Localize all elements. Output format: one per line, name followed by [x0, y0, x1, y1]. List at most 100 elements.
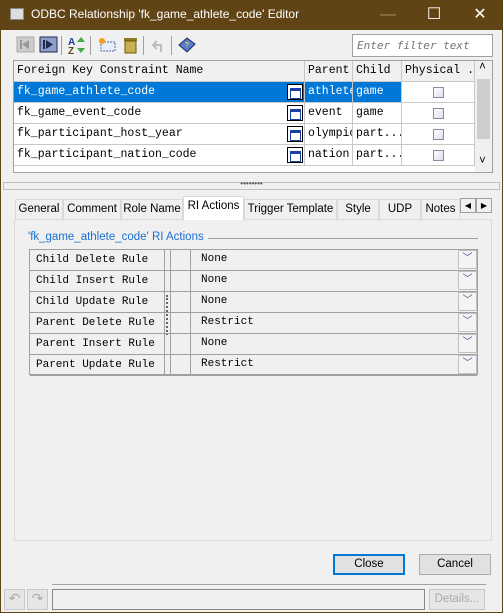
physical-cell	[402, 124, 475, 145]
app-icon	[10, 8, 24, 20]
filter-input[interactable]	[352, 34, 493, 57]
physical-checkbox[interactable]	[433, 150, 444, 161]
rule-label: Parent Insert Rule	[30, 334, 165, 354]
constraint-name: fk_participant_host_year	[17, 127, 183, 140]
tab-style[interactable]: Style	[337, 199, 379, 219]
rule-label: Parent Update Rule	[30, 355, 165, 375]
tab-trigger-template[interactable]: Trigger Template	[244, 199, 337, 219]
delete-trash-icon[interactable]	[121, 35, 141, 55]
maximize-button[interactable]: ☐	[411, 0, 457, 30]
rule-row: Parent Update Rule Restrict ﹀	[30, 355, 477, 376]
details-button[interactable]: Details...	[429, 589, 485, 610]
child-cell[interactable]: part...	[353, 145, 402, 166]
column-header-name[interactable]: Foreign Key Constraint Name	[14, 61, 305, 82]
new-icon[interactable]	[97, 35, 117, 55]
tab-role-name[interactable]: Role Name	[121, 199, 183, 219]
constraint-name-cell[interactable]: fk_participant_host_year	[14, 124, 305, 145]
tab-general[interactable]: General	[15, 199, 63, 219]
chevron-down-icon[interactable]: ﹀	[458, 355, 477, 374]
tab-scroll-right[interactable]: ▶	[476, 198, 492, 213]
column-header-physical[interactable]: Physical ...	[402, 61, 475, 82]
rule-row: Parent Insert Rule None ﹀	[30, 334, 477, 355]
rule-label: Child Update Rule	[30, 292, 165, 312]
rule-value[interactable]: None	[196, 334, 458, 354]
toolbar-separator	[90, 36, 91, 55]
close-window-button[interactable]: ✕	[457, 0, 503, 30]
rule-value[interactable]: Restrict	[196, 355, 458, 375]
first-record-icon[interactable]	[16, 35, 36, 55]
expand-editor-icon[interactable]	[287, 105, 303, 121]
physical-cell	[402, 82, 475, 103]
physical-checkbox[interactable]	[433, 87, 444, 98]
rule-spacer	[170, 334, 191, 354]
group-title: 'fk_game_athlete_code' RI Actions	[28, 231, 204, 243]
rule-value[interactable]: Restrict	[196, 313, 458, 333]
expand-editor-icon[interactable]	[287, 126, 303, 142]
chevron-down-icon[interactable]: ﹀	[458, 334, 477, 353]
child-cell[interactable]: game	[353, 103, 402, 124]
physical-checkbox[interactable]	[433, 129, 444, 140]
group-divider	[208, 238, 478, 239]
rule-row: Child Update Rule None ﹀	[30, 292, 477, 313]
window-title: ODBC Relationship 'fk_game_athlete_code'…	[31, 7, 300, 21]
scroll-down-icon[interactable]: ˅	[479, 155, 486, 168]
child-cell[interactable]: part...	[353, 124, 402, 145]
chevron-down-icon[interactable]: ﹀	[458, 271, 477, 290]
undo-status-icon[interactable]: ↶	[4, 589, 25, 610]
minimize-button[interactable]: —	[365, 0, 411, 30]
chevron-down-icon[interactable]: ﹀	[458, 250, 477, 269]
property-grid: Child Delete Rule None ﹀ Child Insert Ru…	[29, 249, 478, 376]
rule-spacer	[170, 250, 191, 270]
rule-value[interactable]: None	[196, 250, 458, 270]
chevron-down-icon[interactable]: ﹀	[458, 292, 477, 311]
help-book-icon[interactable]: ?	[177, 35, 197, 55]
rule-value[interactable]: None	[196, 271, 458, 291]
parent-cell[interactable]: olympic	[305, 124, 353, 145]
rule-spacer	[170, 271, 191, 291]
tab-comment[interactable]: Comment	[63, 199, 121, 219]
physical-checkbox[interactable]	[433, 108, 444, 119]
scroll-thumb[interactable]	[477, 79, 490, 139]
tab-ri-actions[interactable]: RI Actions	[183, 196, 244, 220]
svg-text:?: ?	[185, 42, 189, 49]
title-bar: ODBC Relationship 'fk_game_athlete_code'…	[1, 0, 503, 30]
tab-udp[interactable]: UDP	[379, 199, 421, 219]
constraint-name: fk_game_event_code	[17, 106, 142, 119]
grid-scrollbar[interactable]: ˄ ˅	[475, 61, 492, 172]
pane-splitter[interactable]: ••••••••	[3, 180, 500, 190]
rule-spacer	[170, 313, 191, 333]
close-button[interactable]: Close	[333, 554, 405, 575]
parent-cell[interactable]: event	[305, 103, 353, 124]
constraint-name: fk_game_athlete_code	[17, 85, 156, 98]
expand-editor-icon[interactable]	[287, 147, 303, 163]
column-header-child[interactable]: Child	[353, 61, 402, 82]
cancel-button[interactable]: Cancel	[419, 554, 491, 575]
child-cell[interactable]: game	[353, 82, 402, 103]
constraint-name-cell[interactable]: fk_game_athlete_code	[14, 82, 305, 103]
tab-notes[interactable]: Notes	[421, 199, 460, 219]
scroll-up-icon[interactable]: ˄	[479, 61, 486, 74]
rule-label: Child Delete Rule	[30, 250, 165, 270]
rule-value[interactable]: None	[196, 292, 458, 312]
parent-cell[interactable]: nation	[305, 145, 353, 166]
next-record-icon[interactable]	[39, 35, 59, 55]
expand-editor-icon[interactable]	[287, 84, 303, 100]
redo-status-icon[interactable]: ↷	[27, 589, 48, 610]
parent-cell[interactable]: athlete	[305, 82, 353, 103]
tab-scroll-left[interactable]: ◀	[460, 198, 476, 213]
foreign-key-grid: Foreign Key Constraint Name Parent Child…	[13, 60, 493, 173]
rule-row: Child Insert Rule None ﹀	[30, 271, 477, 292]
sort-az-icon[interactable]: AZ	[67, 35, 87, 57]
toolbar-separator	[61, 36, 62, 55]
constraint-name-cell[interactable]: fk_game_event_code	[14, 103, 305, 124]
status-message	[52, 589, 425, 610]
constraint-name-cell[interactable]: fk_participant_nation_code	[14, 145, 305, 166]
status-separator	[52, 584, 486, 585]
rule-spacer	[170, 355, 191, 375]
column-header-parent[interactable]: Parent	[305, 61, 353, 82]
rule-row: Child Delete Rule None ﹀	[30, 250, 477, 271]
rule-label: Child Insert Rule	[30, 271, 165, 291]
undo-icon[interactable]	[149, 35, 169, 55]
chevron-down-icon[interactable]: ﹀	[458, 313, 477, 332]
toolbar-separator	[171, 36, 172, 55]
